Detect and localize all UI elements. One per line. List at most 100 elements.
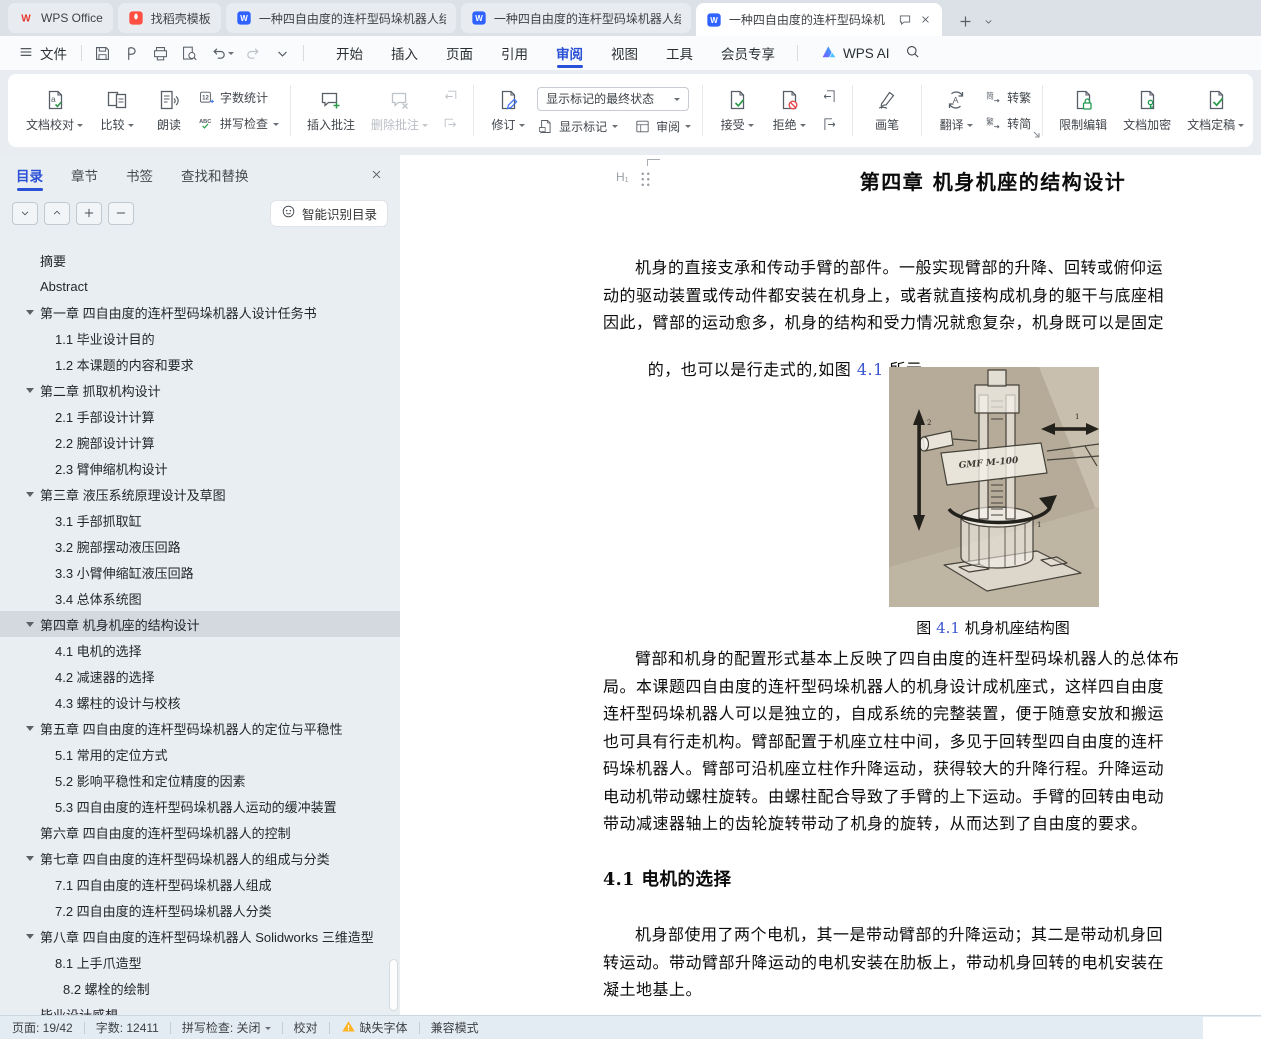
document-canvas[interactable]: H₁ 第四章 机身机座的结构设计 的，也可以是行走式的,如图 4.1 所示。 (400, 155, 1261, 1015)
toc-item[interactable]: 3.1 手部抓取缸 (0, 507, 400, 533)
collapse-arrow-icon[interactable] (26, 492, 34, 501)
compare-button[interactable]: 比较 (94, 85, 140, 136)
undo-button[interactable] (206, 42, 237, 65)
sidebar-tab-章节[interactable]: 章节 (71, 155, 98, 195)
sidebar-scrollbar-thumb[interactable] (390, 960, 397, 1010)
collapse-arrow-icon[interactable] (26, 388, 34, 397)
toc-item[interactable]: 3.4 总体系统图 (0, 585, 400, 611)
collapse-arrow-icon[interactable] (26, 934, 34, 943)
menu-tab-插入[interactable]: 插入 (377, 36, 432, 70)
more-quick-actions-button[interactable] (270, 42, 295, 65)
next-comment-button[interactable] (439, 115, 462, 134)
toc-item[interactable]: 第一章 四自由度的连杆型码垛机器人设计任务书 (0, 299, 400, 325)
document-tab[interactable]: W 一种四自由度的连杆型码垛机器人结构 (460, 3, 691, 33)
expand-level-button[interactable] (76, 201, 102, 225)
menu-tab-视图[interactable]: 视图 (597, 36, 652, 70)
menu-tab-工具[interactable]: 工具 (652, 36, 707, 70)
sidebar-tab-书签[interactable]: 书签 (126, 155, 153, 195)
toc-item[interactable]: 8.2 螺栓的绘制 (0, 975, 400, 1001)
collapse-arrow-icon[interactable] (26, 726, 34, 735)
simplified-to-traditional-button[interactable]: 简 转繁 (985, 89, 1031, 106)
delete-comment-button[interactable]: 删除批注 (366, 85, 433, 136)
toc-item[interactable]: 第五章 四自由度的连杆型码垛机器人的定位与平稳性 (0, 715, 400, 741)
redo-button[interactable] (241, 42, 266, 65)
collapse-arrow-icon[interactable] (26, 622, 34, 631)
paragraph-drag-handle-icon[interactable] (640, 171, 651, 187)
menu-tab-引用[interactable]: 引用 (487, 36, 542, 70)
print-button[interactable] (148, 42, 173, 65)
toc-item[interactable]: 4.2 减速器的选择 (0, 663, 400, 689)
figure-reference-link[interactable]: 4.1 (857, 360, 884, 379)
close-sidebar-button[interactable] (369, 167, 384, 185)
doc-proofread-button[interactable]: a 文档校对 (21, 85, 88, 136)
spell-check-indicator[interactable]: 拼写检查: 关闭 (182, 1019, 271, 1036)
toc-item[interactable]: 第六章 四自由度的连杆型码垛机器人的控制 (0, 819, 400, 845)
spell-check-button[interactable]: ABC 拼写检查 (198, 115, 280, 132)
toc-item[interactable]: 毕业设计感想 (0, 1001, 400, 1016)
search-icon[interactable] (904, 43, 921, 63)
toc-item[interactable]: 第二章 抓取机构设计 (0, 377, 400, 403)
toc-item[interactable]: 4.3 螺柱的设计与校核 (0, 689, 400, 715)
page-indicator[interactable]: 页面: 19/42 (12, 1019, 73, 1036)
translate-button[interactable]: A 翻译 (933, 85, 979, 136)
document-tab[interactable]: W 一种四自由度的连杆型码垛机器人结构 (225, 3, 456, 33)
accept-button[interactable]: 接受 (714, 85, 760, 136)
toc-item[interactable]: 第四章 机身机座的结构设计 (0, 611, 400, 637)
track-changes-button[interactable]: 修订 (485, 85, 531, 136)
sidebar-tab-目录[interactable]: 目录 (16, 155, 43, 195)
toc-item[interactable]: 8.1 上手爪造型 (0, 949, 400, 975)
toc-item[interactable]: 2.2 腕部设计计算 (0, 429, 400, 455)
menu-tab-页面[interactable]: 页面 (432, 36, 487, 70)
review-pane-button[interactable]: 审阅 (634, 118, 692, 135)
toc-item[interactable]: 3.2 腕部摆动液压回路 (0, 533, 400, 559)
toc-item[interactable]: Abstract (0, 273, 400, 299)
restrict-editing-button[interactable]: 限制编辑 (1054, 85, 1112, 136)
insert-comment-button[interactable]: 插入批注 (302, 85, 360, 136)
reject-button[interactable]: 拒绝 (766, 85, 812, 136)
document-tab-active[interactable]: W 一种四自由度的连杆型码垛机 (695, 3, 942, 36)
menu-tab-会员专享[interactable]: 会员专享 (707, 36, 789, 70)
toc-item[interactable]: 7.2 四自由度的连杆型码垛机器人分类 (0, 897, 400, 923)
toc-item[interactable]: 第七章 四自由度的连杆型码垛机器人的组成与分类 (0, 845, 400, 871)
toc-item[interactable]: 5.1 常用的定位方式 (0, 741, 400, 767)
toc-item[interactable]: 5.3 四自由度的连杆型码垛机器人运动的缓冲装置 (0, 793, 400, 819)
previous-change-button[interactable] (818, 87, 841, 106)
toc-item[interactable]: 2.1 手部设计计算 (0, 403, 400, 429)
collapse-all-button[interactable] (44, 201, 70, 225)
app-tab[interactable]: W WPS Office (8, 3, 113, 33)
word-count-indicator[interactable]: 字数: 12411 (96, 1019, 159, 1036)
traditional-to-simplified-button[interactable]: 繁 转简 (985, 115, 1031, 132)
toc-item[interactable]: 1.2 本课题的内容和要求 (0, 351, 400, 377)
menu-tab-审阅[interactable]: 审阅 (542, 36, 597, 70)
missing-font-warning[interactable]: 缺失字体 (341, 1019, 408, 1037)
file-menu-button[interactable]: 文件 (12, 43, 73, 63)
caption-number-field[interactable]: 4.1 (936, 619, 960, 637)
save-button[interactable] (90, 42, 115, 65)
app-tab[interactable]: 找稻壳模板 (117, 3, 221, 33)
print-preview-button[interactable] (177, 42, 202, 65)
expand-all-button[interactable] (12, 201, 38, 225)
menu-tab-开始[interactable]: 开始 (322, 36, 377, 70)
proofread-button[interactable]: 校对 (294, 1019, 318, 1036)
wps-ai-button[interactable]: WPS AI (820, 43, 890, 64)
collapse-arrow-icon[interactable] (26, 856, 34, 865)
collapse-level-button[interactable] (108, 201, 134, 225)
brush-button[interactable]: 画笔 (864, 85, 910, 136)
toc-item[interactable]: 4.1 电机的选择 (0, 637, 400, 663)
finalize-document-button[interactable]: 文档定稿 (1182, 85, 1249, 136)
revision-display-state-select[interactable]: 显示标记的最终状态 (537, 86, 690, 111)
chat-icon[interactable] (898, 13, 912, 27)
collapse-arrow-icon[interactable] (26, 310, 34, 319)
encrypt-document-button[interactable]: 文档加密 (1118, 85, 1176, 136)
previous-comment-button[interactable] (439, 87, 462, 106)
toc-item[interactable]: 5.2 影响平稳性和定位精度的因素 (0, 767, 400, 793)
figure-4-1-image[interactable]: GMF M-100 2 1 1 (889, 367, 1100, 607)
compatibility-mode-indicator[interactable]: 兼容模式 (431, 1019, 479, 1036)
smart-toc-button[interactable]: 智能识别目录 (269, 199, 388, 227)
new-tab-button[interactable] (957, 13, 974, 30)
toc-item[interactable]: 2.3 臂伸缩机构设计 (0, 455, 400, 481)
export-pdf-button[interactable] (119, 42, 144, 65)
toc-item[interactable]: 第三章 液压系统原理设计及草图 (0, 481, 400, 507)
word-count-button[interactable]: 12 字数统计 (198, 89, 279, 106)
toc-item[interactable]: 摘要 (0, 247, 400, 273)
